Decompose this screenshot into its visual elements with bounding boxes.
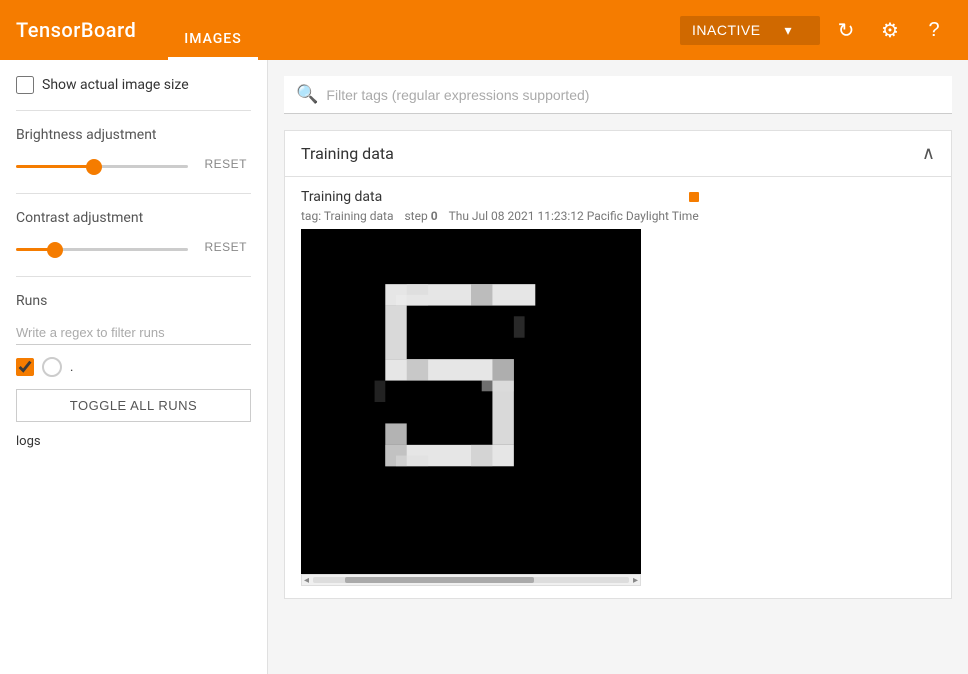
app-layout: Show actual image size Brightness adjust…: [0, 60, 968, 674]
runs-section: Runs . TOGGLE ALL RUNS logs: [16, 293, 251, 465]
search-bar: 🔍: [284, 76, 952, 114]
collapse-button[interactable]: ∧: [922, 143, 935, 164]
app-logo: TensorBoard: [16, 18, 136, 42]
scroll-right-arrow[interactable]: ▸: [633, 575, 638, 586]
contrast-label: Contrast adjustment: [16, 210, 251, 226]
runs-icons-row: .: [16, 357, 251, 377]
brightness-reset-button[interactable]: RESET: [200, 155, 251, 173]
search-input[interactable]: [326, 87, 940, 103]
digit-svg: [321, 242, 621, 562]
image-meta: tag: Training data step 0 Thu Jul 08 202…: [301, 209, 699, 223]
inactive-dropdown[interactable]: INACTIVE ▾: [680, 16, 820, 45]
nav-images[interactable]: IMAGES: [168, 31, 257, 60]
actual-size-label: Show actual image size: [42, 77, 189, 93]
contrast-slider-container: [16, 239, 188, 255]
main-content: 🔍 Training data ∧ Training data tag: Tra: [268, 60, 968, 674]
refresh-button[interactable]: ↻: [828, 12, 864, 48]
main-nav: IMAGES: [168, 0, 257, 60]
actual-size-section: Show actual image size: [16, 76, 251, 111]
run-dot-label: .: [70, 360, 73, 375]
sidebar: Show actual image size Brightness adjust…: [0, 60, 268, 674]
image-card: Training data tag: Training data step 0 …: [301, 189, 699, 586]
orange-dot-icon: [689, 192, 699, 202]
image-tag: tag: Training data: [301, 209, 393, 223]
contrast-slider-row: RESET: [16, 238, 251, 256]
image-card-header: Training data: [301, 189, 699, 205]
refresh-icon: ↻: [838, 18, 855, 43]
image-timestamp: Thu Jul 08 2021 11:23:12 Pacific Dayligh…: [449, 209, 699, 223]
brightness-label: Brightness adjustment: [16, 127, 251, 143]
scroll-thumb: [345, 577, 535, 583]
brightness-slider-row: RESET: [16, 155, 251, 173]
brightness-slider[interactable]: [16, 165, 188, 168]
contrast-section: Contrast adjustment RESET: [16, 210, 251, 277]
image-step: step 0: [404, 209, 440, 223]
settings-button[interactable]: ⚙: [872, 12, 908, 48]
header-right: INACTIVE ▾ ↻ ⚙ ?: [680, 12, 952, 48]
runs-label: Runs: [16, 293, 251, 309]
settings-icon: ⚙: [881, 18, 899, 43]
chevron-down-icon: ▾: [769, 22, 808, 39]
run-checkbox[interactable]: [16, 358, 34, 376]
image-scrollbar[interactable]: ◂ ▸: [301, 574, 641, 586]
contrast-slider[interactable]: [16, 248, 188, 251]
run-circle-icon: [42, 357, 62, 377]
app-header: TensorBoard IMAGES INACTIVE ▾ ↻ ⚙ ?: [0, 0, 968, 60]
image-canvas: [301, 229, 641, 574]
brightness-slider-container: [16, 156, 188, 172]
log-item: logs: [16, 434, 251, 449]
training-panel: Training data ∧ Training data tag: Train…: [284, 130, 952, 599]
training-panel-header: Training data ∧: [285, 131, 951, 177]
training-panel-title: Training data: [301, 144, 394, 163]
help-icon: ?: [928, 19, 939, 42]
toggle-all-runs-button[interactable]: TOGGLE ALL RUNS: [16, 389, 251, 422]
search-icon: 🔍: [296, 84, 318, 105]
actual-size-row: Show actual image size: [16, 76, 251, 94]
chevron-up-icon: ∧: [922, 143, 935, 163]
runs-filter-input[interactable]: [16, 321, 251, 345]
help-button[interactable]: ?: [916, 12, 952, 48]
actual-size-checkbox[interactable]: [16, 76, 34, 94]
image-card-title: Training data: [301, 189, 382, 205]
brightness-section: Brightness adjustment RESET: [16, 127, 251, 194]
image-wrapper: ◂ ▸: [301, 229, 699, 586]
scroll-left-arrow[interactable]: ◂: [304, 575, 309, 586]
contrast-reset-button[interactable]: RESET: [200, 238, 251, 256]
training-content: Training data tag: Training data step 0 …: [285, 177, 951, 598]
scroll-track: [313, 577, 629, 583]
